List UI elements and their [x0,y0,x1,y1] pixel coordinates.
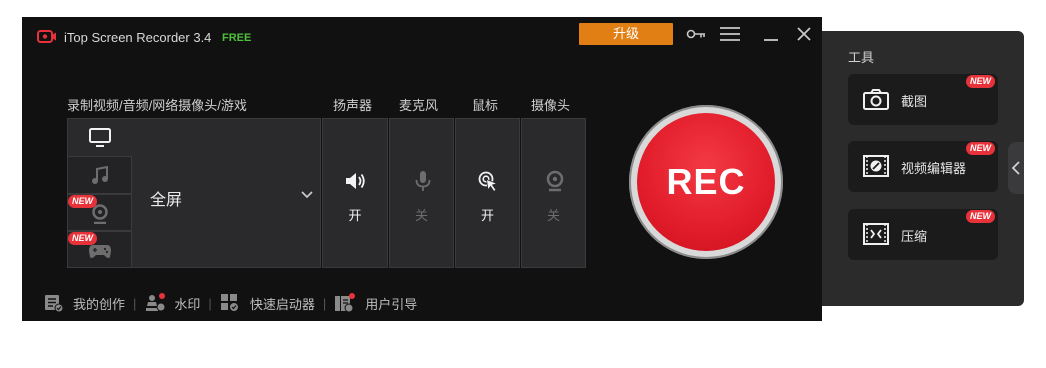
audio-mode-button[interactable] [67,156,132,194]
mic-toggle[interactable]: 关 [389,118,454,268]
camera-toggle[interactable]: 关 [521,118,586,268]
toolbar-divider: | [133,295,137,311]
user-guide-icon [335,293,356,313]
mic-section-label: 麦克风 [399,98,439,113]
key-icon[interactable] [686,28,706,40]
app-logo-icon [37,30,56,43]
mouse-section-label: 鼠标 [472,98,499,113]
bottom-toolbar: 我的创作 | 水印 | 快速启动器 | 用户引导 [44,293,417,313]
compress-tool-label: 压缩 [901,229,928,244]
microphone-icon [415,171,431,191]
mouse-state: 开 [480,208,494,223]
speaker-state: 开 [348,208,362,223]
capture-area-dropdown[interactable]: 全屏 [133,119,320,267]
webcam-icon [546,170,564,192]
chevron-down-icon [301,191,313,199]
upgrade-button[interactable]: 升级 [579,23,673,45]
screen-mode-button[interactable] [68,119,131,156]
tools-panel: 工具 截图 NEW 视频编辑器 NEW 压缩 NEW [822,31,1024,306]
video-editor-tool-label: 视频编辑器 [901,161,967,176]
minimize-icon[interactable] [763,27,779,43]
collapse-panel-button[interactable] [1008,142,1024,194]
music-note-icon [92,166,108,184]
edition-badge: FREE [222,32,252,44]
cursor-click-icon [478,171,499,193]
gamepad-icon [89,245,111,258]
speaker-icon [346,173,365,189]
toolbar-divider: | [322,295,327,311]
video-editor-new-badge: NEW [966,142,995,155]
speaker-section-label: 扬声器 [333,98,373,113]
capture-area-value: 全屏 [150,192,183,209]
user-guide-link[interactable]: 用户引导 [334,293,417,313]
watermark-label: 水印 [174,296,201,312]
app-title: iTop Screen Recorder 3.4 [64,30,212,45]
close-icon[interactable] [796,26,812,42]
camera-section-label: 摄像头 [531,98,571,113]
tools-panel-title: 工具 [848,50,875,65]
main-window: iTop Screen Recorder 3.4 FREE 升级 录制视频/音频… [22,17,822,321]
game-new-badge: NEW [68,232,97,245]
my-creation-label: 我的创作 [73,296,126,312]
chevron-left-icon [1011,161,1020,175]
quick-launcher-label: 快速启动器 [249,296,315,312]
mouse-toggle[interactable]: 开 [455,118,520,268]
menu-icon[interactable] [719,26,741,42]
my-creation-link[interactable]: 我的创作 [44,293,125,313]
toolbar-divider: | [208,295,212,311]
record-section-label: 录制视频/音频/网络摄像头/游戏 [67,98,247,113]
screenshot-new-badge: NEW [966,75,995,88]
quick-launcher-link[interactable]: 快速启动器 [220,293,315,313]
my-creation-icon [45,295,64,313]
webcam-new-badge: NEW [68,195,97,208]
speaker-toggle[interactable]: 开 [322,118,388,268]
camera-icon [863,89,889,110]
camera-state: 关 [546,208,560,223]
screenshot-tool-label: 截图 [901,94,928,109]
quick-launcher-icon [220,294,239,312]
watermark-icon [146,293,166,312]
monitor-icon [89,128,111,147]
compress-icon [863,223,889,245]
video-edit-icon [863,155,889,177]
rec-button[interactable]: REC [637,113,775,251]
mic-state: 关 [414,208,428,223]
user-guide-label: 用户引导 [365,296,418,312]
watermark-link[interactable]: 水印 [144,293,200,313]
compress-new-badge: NEW [966,210,995,223]
